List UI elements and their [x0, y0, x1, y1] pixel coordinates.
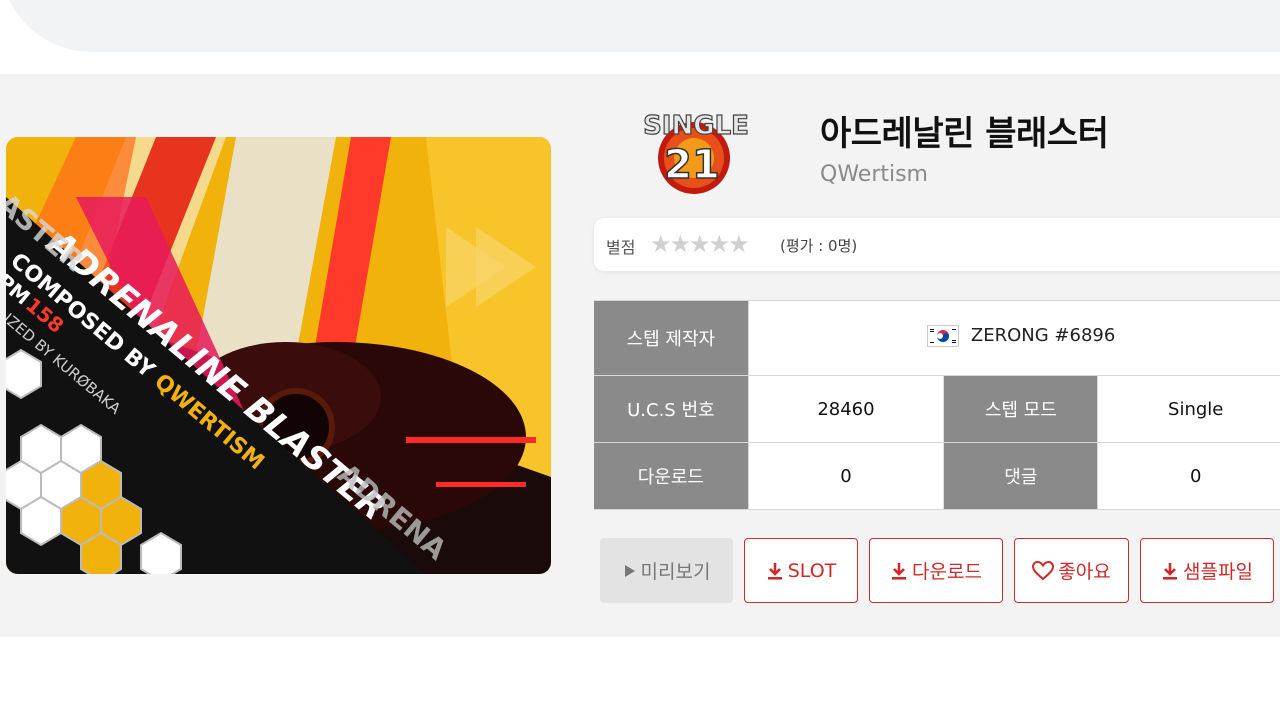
top-bar — [0, 0, 1280, 52]
sample-file-button[interactable]: 샘플파일 — [1140, 538, 1274, 603]
comment-count-label: 댓글 — [943, 442, 1099, 510]
ucs-number-value: 28460 — [748, 375, 945, 443]
download-count-value: 0 — [748, 442, 945, 510]
step-maker-value[interactable]: ZERONG #6896 — [971, 325, 1115, 346]
download-icon — [890, 561, 908, 581]
table-row: U.C.S 번호 28460 스텝 모드 Single — [594, 375, 1280, 443]
ucs-number-label: U.C.S 번호 — [594, 375, 749, 443]
comment-count-value: 0 — [1097, 442, 1280, 510]
level-badge: SINGLE 21 — [616, 100, 776, 195]
rating-stars[interactable]: ★★★★★ — [650, 230, 750, 258]
play-icon — [623, 563, 637, 579]
download-button-label: 다운로드 — [912, 561, 982, 583]
step-mode-value: Single — [1097, 375, 1280, 443]
table-row: 스텝 제작자 ZERONG #6896 — [594, 300, 1280, 376]
preview-button-label: 미리보기 — [640, 561, 711, 583]
download-icon — [766, 561, 784, 581]
song-artist[interactable]: QWertism — [820, 162, 928, 187]
step-maker-label: 스텝 제작자 — [594, 300, 749, 376]
song-info-table: 스텝 제작자 ZERONG #6896 U.C.S 번호 28460 스텝 모드… — [594, 300, 1280, 510]
level-badge-mode: SINGLE — [643, 111, 749, 141]
download-icon — [1161, 561, 1179, 581]
download-count-label: 다운로드 — [594, 442, 749, 510]
album-cover: ADRENALINE BLASTER COMPOSED BY QWERTISM … — [6, 137, 551, 574]
step-mode-label: 스텝 모드 — [943, 375, 1099, 443]
download-button[interactable]: 다운로드 — [869, 538, 1003, 603]
level-badge-level: 21 — [664, 142, 720, 188]
sample-file-button-label: 샘플파일 — [1183, 561, 1253, 583]
preview-button[interactable]: 미리보기 — [600, 538, 733, 603]
rating-card: 별점 ★★★★★ (평가 : 0명) — [594, 218, 1280, 271]
step-maker-cell: ZERONG #6896 — [748, 300, 1280, 376]
song-detail-panel: ADRENALINE BLASTER COMPOSED BY QWERTISM … — [0, 74, 1280, 637]
heart-icon — [1032, 560, 1055, 581]
song-title: 아드레날린 블래스터 — [820, 114, 1109, 154]
korea-flag-icon — [926, 324, 959, 347]
slot-button-label: SLOT — [787, 559, 837, 582]
rating-label: 별점 — [606, 238, 636, 257]
table-row: 다운로드 0 댓글 0 — [594, 442, 1280, 510]
slot-button[interactable]: SLOT — [744, 538, 858, 603]
like-button[interactable]: 좋아요 — [1014, 538, 1129, 603]
like-button-label: 좋아요 — [1058, 561, 1111, 583]
rating-count: (평가 : 0명) — [780, 237, 858, 255]
top-pill — [0, 0, 1280, 52]
album-cover-art: ADRENALINE BLASTER COMPOSED BY QWERTISM … — [6, 137, 551, 574]
